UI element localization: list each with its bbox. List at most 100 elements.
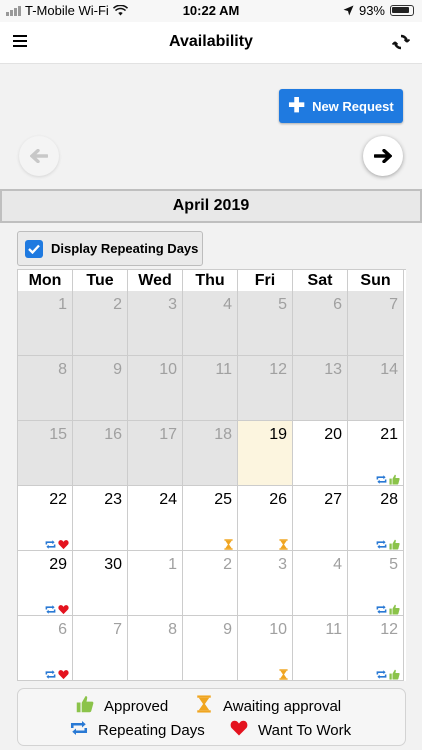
- calendar-day-cell[interactable]: 12: [238, 356, 293, 421]
- calendar-day-cell[interactable]: 26: [238, 486, 293, 551]
- calendar-day-cell[interactable]: 23: [73, 486, 128, 551]
- legend: Approved Awaiting approval Repeating Day…: [17, 688, 406, 746]
- day-status-icons: [376, 472, 400, 485]
- calendar-day-cell[interactable]: 10: [128, 356, 183, 421]
- day-number: 16: [104, 426, 122, 443]
- calendar-grid: Mon Tue Wed Thu Fri Sat Sun 1 2 3 4 5 6 7 8 9 10 1…: [17, 269, 406, 681]
- battery-icon: [390, 5, 414, 16]
- heart-icon: [230, 719, 248, 741]
- calendar-day-cell[interactable]: 11: [293, 616, 348, 681]
- calendar-day-cell[interactable]: 30: [73, 551, 128, 616]
- calendar-day-cell[interactable]: 10: [238, 616, 293, 681]
- day-number: 9: [223, 621, 232, 638]
- day-status-icons: [45, 667, 69, 680]
- calendar-day-cell[interactable]: 9: [73, 356, 128, 421]
- day-number: 7: [113, 621, 122, 638]
- calendar-day-cell[interactable]: 3: [128, 291, 183, 356]
- calendar-day-cell[interactable]: 8: [128, 616, 183, 681]
- day-of-week-header: Mon Tue Wed Thu Fri Sat Sun: [17, 269, 406, 292]
- legend-awaiting-label: Awaiting approval: [223, 697, 342, 715]
- legend-awaiting: Awaiting approval: [195, 695, 341, 717]
- calendar-day-cell[interactable]: 17: [128, 421, 183, 486]
- day-number: 2: [223, 556, 232, 573]
- calendar-day-cell[interactable]: 25: [183, 486, 238, 551]
- calendar-day-cell[interactable]: 24: [128, 486, 183, 551]
- dow-thu: Thu: [183, 270, 238, 292]
- calendar-day-cell[interactable]: 29: [17, 551, 73, 616]
- calendar-day-cell[interactable]: 4: [183, 291, 238, 356]
- calendar-day-cell[interactable]: 9: [183, 616, 238, 681]
- day-number: 11: [325, 621, 342, 638]
- day-number: 9: [113, 361, 122, 378]
- day-status-icons: [278, 667, 289, 680]
- previous-month-button[interactable]: [19, 136, 59, 176]
- new-request-button[interactable]: ✚ New Request: [279, 89, 403, 123]
- day-number: 6: [333, 296, 342, 313]
- calendar-day-cell[interactable]: 5: [348, 551, 404, 616]
- display-repeating-days-toggle[interactable]: Display Repeating Days: [17, 231, 203, 266]
- day-number: 20: [324, 426, 342, 443]
- calendar-day-cell[interactable]: 22: [17, 486, 73, 551]
- calendar-day-cell[interactable]: 1: [128, 551, 183, 616]
- arrow-left-icon: [30, 149, 48, 163]
- thumbs-up-icon: [389, 537, 400, 550]
- dow-sun: Sun: [348, 270, 404, 292]
- calendar-day-cell[interactable]: 28: [348, 486, 404, 551]
- day-number: 5: [389, 556, 398, 573]
- day-status-icons: [45, 537, 69, 550]
- calendar-day-cell[interactable]: 6: [17, 616, 73, 681]
- repeat-toggle-label: Display Repeating Days: [51, 241, 199, 256]
- calendar-day-cell[interactable]: 5: [238, 291, 293, 356]
- calendar-day-cell[interactable]: 7: [73, 616, 128, 681]
- page-title: Availability: [169, 33, 253, 50]
- day-number: 10: [159, 361, 177, 378]
- calendar-day-cell[interactable]: 2: [73, 291, 128, 356]
- thumbs-up-icon: [389, 602, 400, 615]
- calendar-day-cell[interactable]: 1: [17, 291, 73, 356]
- thumbs-up-icon: [76, 695, 94, 717]
- calendar-day-cell[interactable]: 13: [293, 356, 348, 421]
- hourglass-icon: [278, 667, 289, 680]
- calendar-day-cell[interactable]: 18: [183, 421, 238, 486]
- calendar-day-cell[interactable]: 14: [348, 356, 404, 421]
- dow-sat: Sat: [293, 270, 348, 292]
- repeat-icon: [376, 472, 387, 484]
- day-number: 14: [380, 361, 398, 378]
- calendar-day-cell[interactable]: 11: [183, 356, 238, 421]
- location-arrow-icon: [343, 5, 354, 16]
- day-number: 26: [269, 491, 287, 508]
- calendar-day-cell[interactable]: 12: [348, 616, 404, 681]
- dow-tue: Tue: [73, 270, 128, 292]
- day-number: 13: [324, 361, 342, 378]
- calendar-day-cell[interactable]: 19: [238, 421, 293, 486]
- day-number: 27: [324, 491, 342, 508]
- day-number: 25: [214, 491, 232, 508]
- day-status-icons: [376, 537, 400, 550]
- day-number: 17: [159, 426, 177, 443]
- day-number: 30: [104, 556, 122, 573]
- refresh-icon[interactable]: [392, 33, 410, 51]
- repeat-icon: [376, 537, 387, 549]
- calendar-week: 1 2 3 4 5 6 7: [17, 291, 406, 356]
- calendar-day-cell[interactable]: 6: [293, 291, 348, 356]
- day-number: 8: [168, 621, 177, 638]
- day-number: 23: [104, 491, 122, 508]
- next-month-button[interactable]: [363, 136, 403, 176]
- calendar-day-cell[interactable]: 7: [348, 291, 404, 356]
- calendar-day-cell[interactable]: 3: [238, 551, 293, 616]
- day-number: 12: [380, 621, 398, 638]
- dow-wed: Wed: [128, 270, 183, 292]
- calendar-day-cell[interactable]: 21: [348, 421, 404, 486]
- calendar-day-cell[interactable]: 2: [183, 551, 238, 616]
- calendar-day-cell[interactable]: 27: [293, 486, 348, 551]
- day-number: 1: [58, 296, 67, 313]
- calendar-day-cell[interactable]: 15: [17, 421, 73, 486]
- checkbox-checked-icon[interactable]: [25, 239, 43, 258]
- calendar-day-cell[interactable]: 4: [293, 551, 348, 616]
- day-number: 4: [223, 296, 232, 313]
- calendar-day-cell[interactable]: 8: [17, 356, 73, 421]
- day-status-icons: [278, 537, 289, 550]
- calendar-day-cell[interactable]: 16: [73, 421, 128, 486]
- day-number: 6: [58, 621, 67, 638]
- calendar-day-cell[interactable]: 20: [293, 421, 348, 486]
